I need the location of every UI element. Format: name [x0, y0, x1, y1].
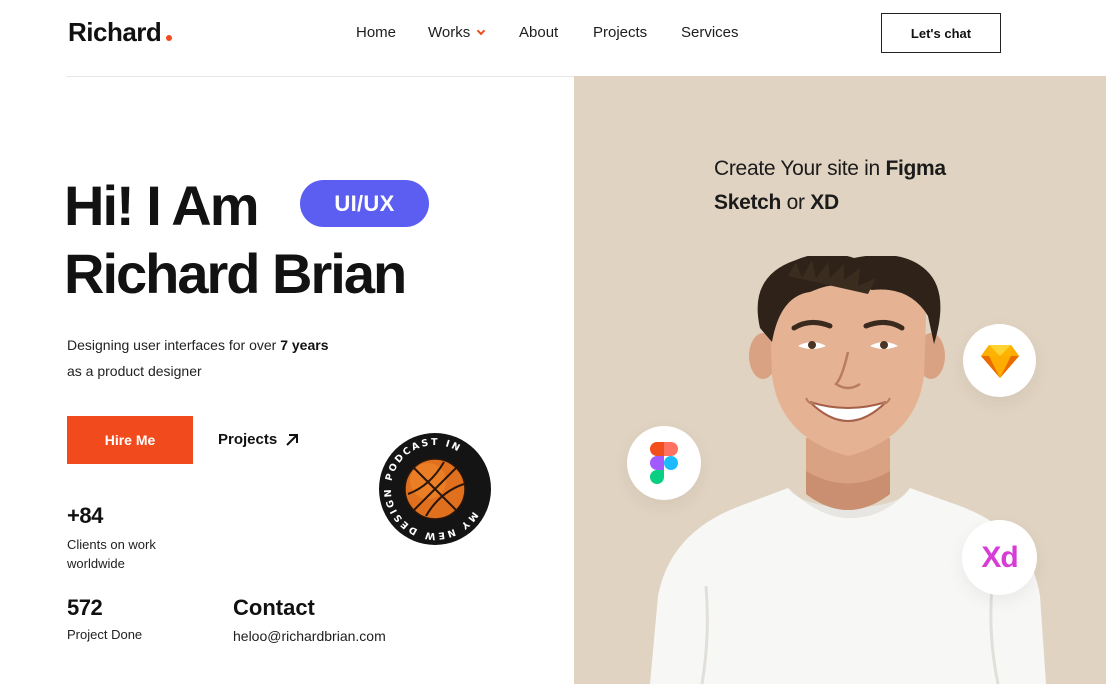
stat-projects: 572 Project Done — [67, 595, 197, 644]
contact-email-link[interactable]: heloo@richardbrian.com — [233, 628, 386, 644]
hero-description: Designing user interfaces for over 7 yea… — [67, 332, 367, 384]
hire-me-button[interactable]: Hire Me — [67, 416, 193, 464]
chevron-down-icon — [476, 26, 486, 36]
header-divider — [66, 76, 574, 77]
stat-clients-value: +84 — [67, 503, 103, 528]
nav-works-label: Works — [428, 24, 471, 41]
nav-works[interactable]: Works — [428, 24, 486, 41]
sketch-icon — [980, 344, 1019, 378]
stat-projects-value: 572 — [67, 595, 103, 620]
contact-block: Contact heloo@richardbrian.com — [233, 595, 386, 644]
xd-icon: Xd — [981, 540, 1018, 574]
tools-tagline: Create Your site in Figma Sketch or XD — [714, 152, 946, 220]
hero-title-line-2: Richard Brian — [64, 242, 407, 305]
stat-clients: +84 Clients on work worldwide — [67, 503, 197, 573]
tagline-xd: XD — [810, 191, 839, 214]
tagline-sketch: Sketch — [714, 191, 782, 214]
tagline-figma: Figma — [885, 157, 946, 180]
nav-home[interactable]: Home — [356, 24, 396, 41]
tagline-or: or — [781, 191, 811, 214]
role-badge: UI/UX — [300, 180, 429, 227]
hero-title-line-1: Hi! I Am — [64, 174, 259, 237]
logo[interactable]: Richard — [68, 17, 173, 48]
projects-link[interactable]: Projects — [218, 431, 299, 448]
xd-badge: Xd — [962, 520, 1037, 595]
figma-badge — [627, 426, 701, 500]
desc-years: 7 years — [280, 337, 329, 353]
desc-part-2: as a product designer — [67, 363, 202, 379]
nav-about[interactable]: About — [519, 24, 558, 41]
desc-part-1: Designing user interfaces for over — [67, 337, 281, 353]
contact-title: Contact — [233, 595, 315, 620]
podcast-badge[interactable]: MY NEW DESIGN PODCAST IN — [378, 432, 492, 546]
nav-projects[interactable]: Projects — [593, 24, 647, 41]
tagline-prefix: Create Your site in — [714, 157, 886, 180]
stat-clients-label: Clients on work worldwide — [67, 537, 156, 571]
arrow-up-right-icon — [286, 433, 299, 446]
stat-projects-label: Project Done — [67, 627, 143, 642]
projects-link-label: Projects — [218, 431, 278, 448]
logo-dot — [166, 35, 173, 41]
nav-services[interactable]: Services — [681, 24, 739, 41]
logo-text: Richard — [68, 17, 162, 47]
figma-icon — [650, 442, 678, 484]
lets-chat-button[interactable]: Let's chat — [881, 13, 1001, 53]
hero-image-panel: Create Your site in Figma Sketch or XD X… — [574, 76, 1106, 684]
basketball-icon — [404, 458, 466, 520]
sketch-badge — [963, 324, 1036, 397]
